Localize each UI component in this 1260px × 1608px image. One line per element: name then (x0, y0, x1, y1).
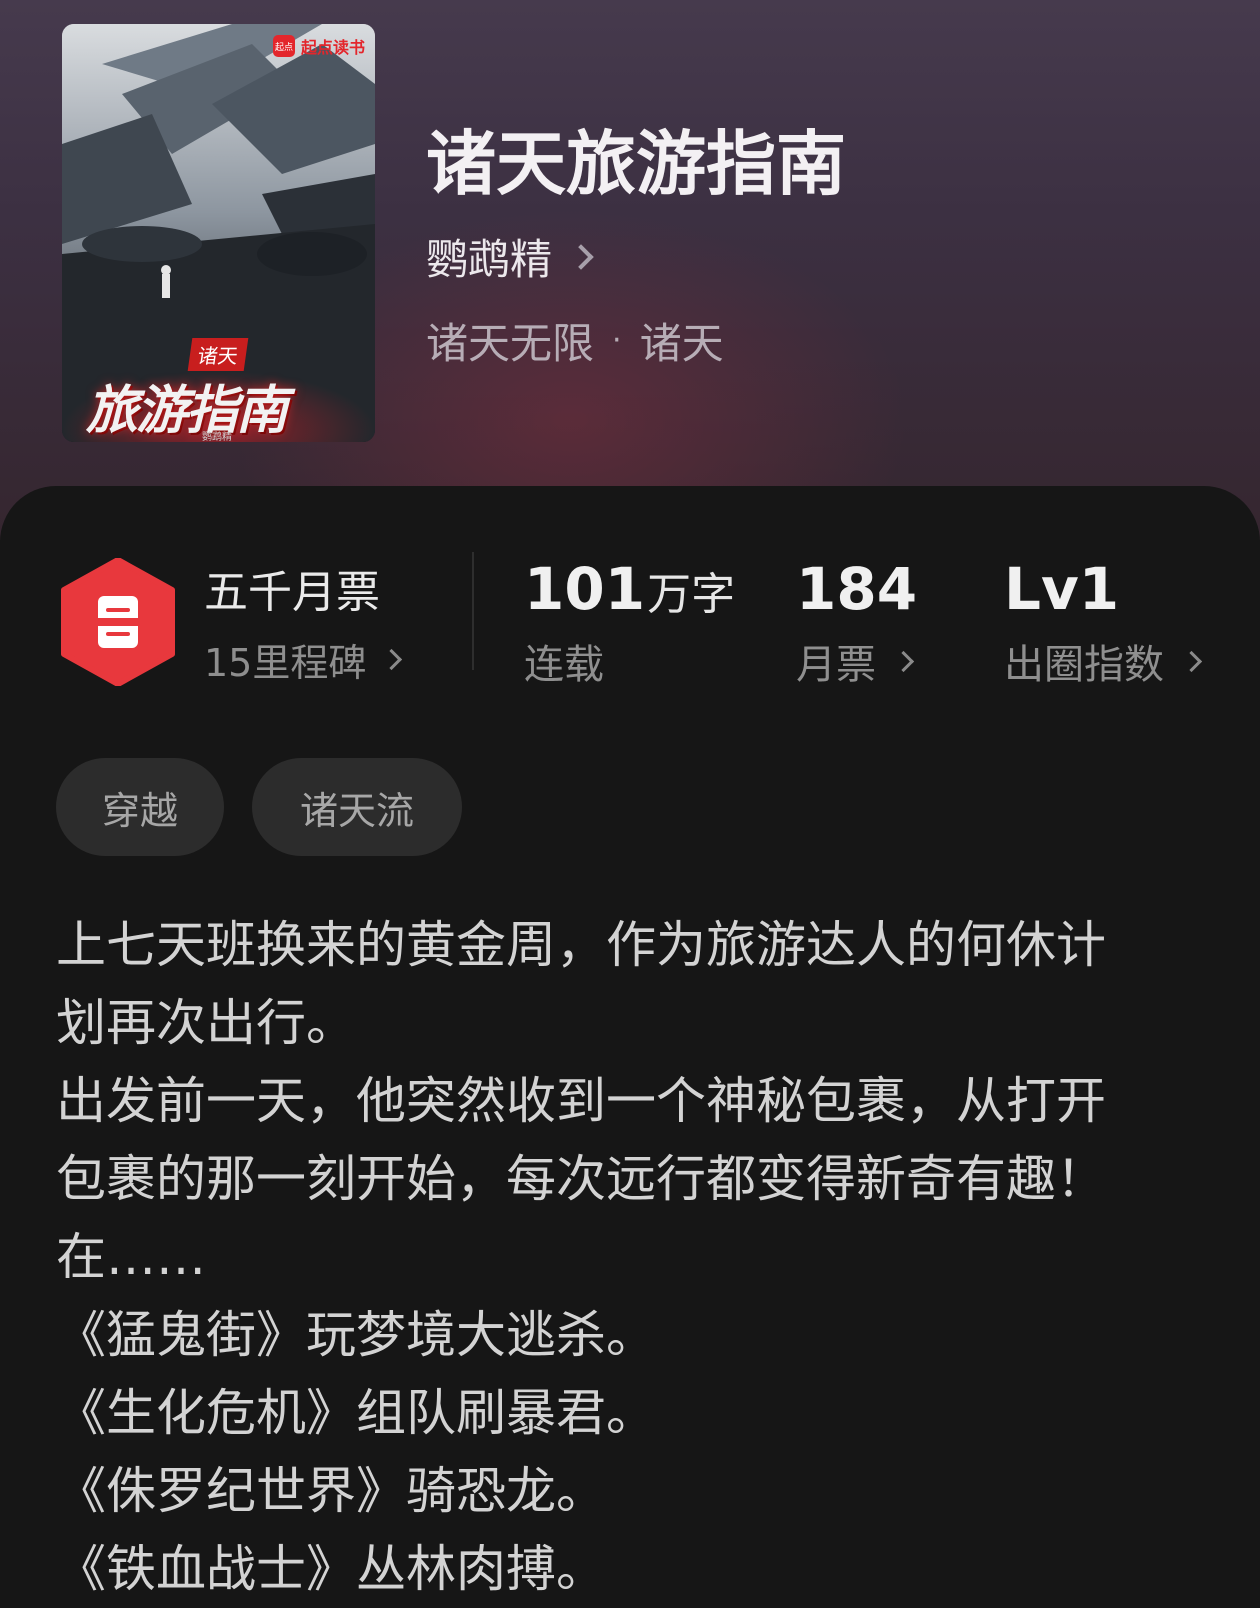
chevron-right-icon (568, 243, 594, 270)
genre-label[interactable]: 诸天无限 (426, 310, 594, 371)
ticket-title: 五千月票 (204, 567, 380, 618)
chevron-right-icon (381, 648, 403, 671)
description-line: 包裹的那一刻开始，每次远行都变得新奇有趣！ (56, 1150, 1106, 1208)
description-line: 划再次出行。 (56, 994, 356, 1052)
publisher-name: 起点读书 (300, 38, 365, 57)
cover-tag: 诸天 (187, 338, 249, 371)
cover-publisher-badge: 起点 起点读书 (272, 34, 365, 58)
popularity-index-value: Lv1 (1004, 555, 1120, 623)
serial-status-label: 连载 (524, 642, 604, 688)
chevron-right-icon (892, 650, 915, 672)
publisher-logo-icon: 起点 (272, 35, 295, 57)
monthly-ticket-value: 184 (796, 555, 918, 623)
author-link[interactable]: 鹦鹉精 (426, 226, 594, 287)
book-description: 上七天班换来的黄金周，作为旅游达人的何休计 划再次出行。 出发前一天，他突然收到… (56, 906, 1216, 1608)
popularity-index-stat[interactable]: Lv1 出圈指数 (1004, 555, 1203, 690)
description-line: 出发前一天，他突然收到一个神秘包裹，从打开 (56, 1072, 1106, 1130)
description-line: 上七天班换来的黄金周，作为旅游达人的何休计 (56, 916, 1106, 974)
book-title: 诸天旅游指南 (426, 122, 846, 205)
monthly-ticket-stat[interactable]: 184 月票 (796, 556, 917, 690)
description-line: 《生化危机》组队刷暴君。 (56, 1384, 656, 1442)
cover-author: 鹦鹉精 (202, 432, 232, 442)
popularity-index-label: 出圈指数 (1004, 642, 1164, 688)
subgenre-label[interactable]: 诸天 (640, 310, 724, 371)
cover-title: 旅游指南 (86, 381, 288, 441)
book-header: 起点 起点读书 诸天 旅游指南 鹦鹉精 诸天旅游指南 鹦鹉精 诸天无限 · 诸天 (0, 0, 1260, 540)
description-line: 《铁血战士》丛林肉搏。 (56, 1540, 606, 1598)
description-line: 《猛鬼街》玩梦境大逃杀。 (56, 1306, 656, 1364)
genre-row: 诸天无限 · 诸天 (426, 310, 724, 371)
monthly-ticket-label: 月票 (796, 642, 876, 688)
ticket-subtitle-row: 15里程碑 (204, 632, 403, 687)
stats-divider (472, 552, 474, 670)
genre-separator: · (612, 323, 622, 358)
tag-chip[interactable]: 穿越 (56, 758, 224, 856)
monthly-ticket-icon (61, 558, 175, 686)
monthly-ticket-milestone[interactable]: 五千月票 15里程碑 (204, 566, 403, 687)
word-count-value: 101 (524, 555, 646, 623)
book-cover[interactable]: 起点 起点读书 诸天 旅游指南 鹦鹉精 (62, 24, 375, 442)
tag-chip[interactable]: 诸天流 (252, 758, 462, 856)
word-count-stat: 101 万字 连载 (524, 556, 735, 690)
word-count-unit: 万字 (647, 569, 736, 620)
chevron-right-icon (1180, 650, 1203, 672)
author-name: 鹦鹉精 (426, 235, 553, 284)
ticket-milestone-label: 15里程碑 (204, 641, 367, 685)
description-line: 《侏罗纪世界》骑恐龙。 (56, 1462, 606, 1520)
description-line: 在…… (56, 1228, 206, 1286)
